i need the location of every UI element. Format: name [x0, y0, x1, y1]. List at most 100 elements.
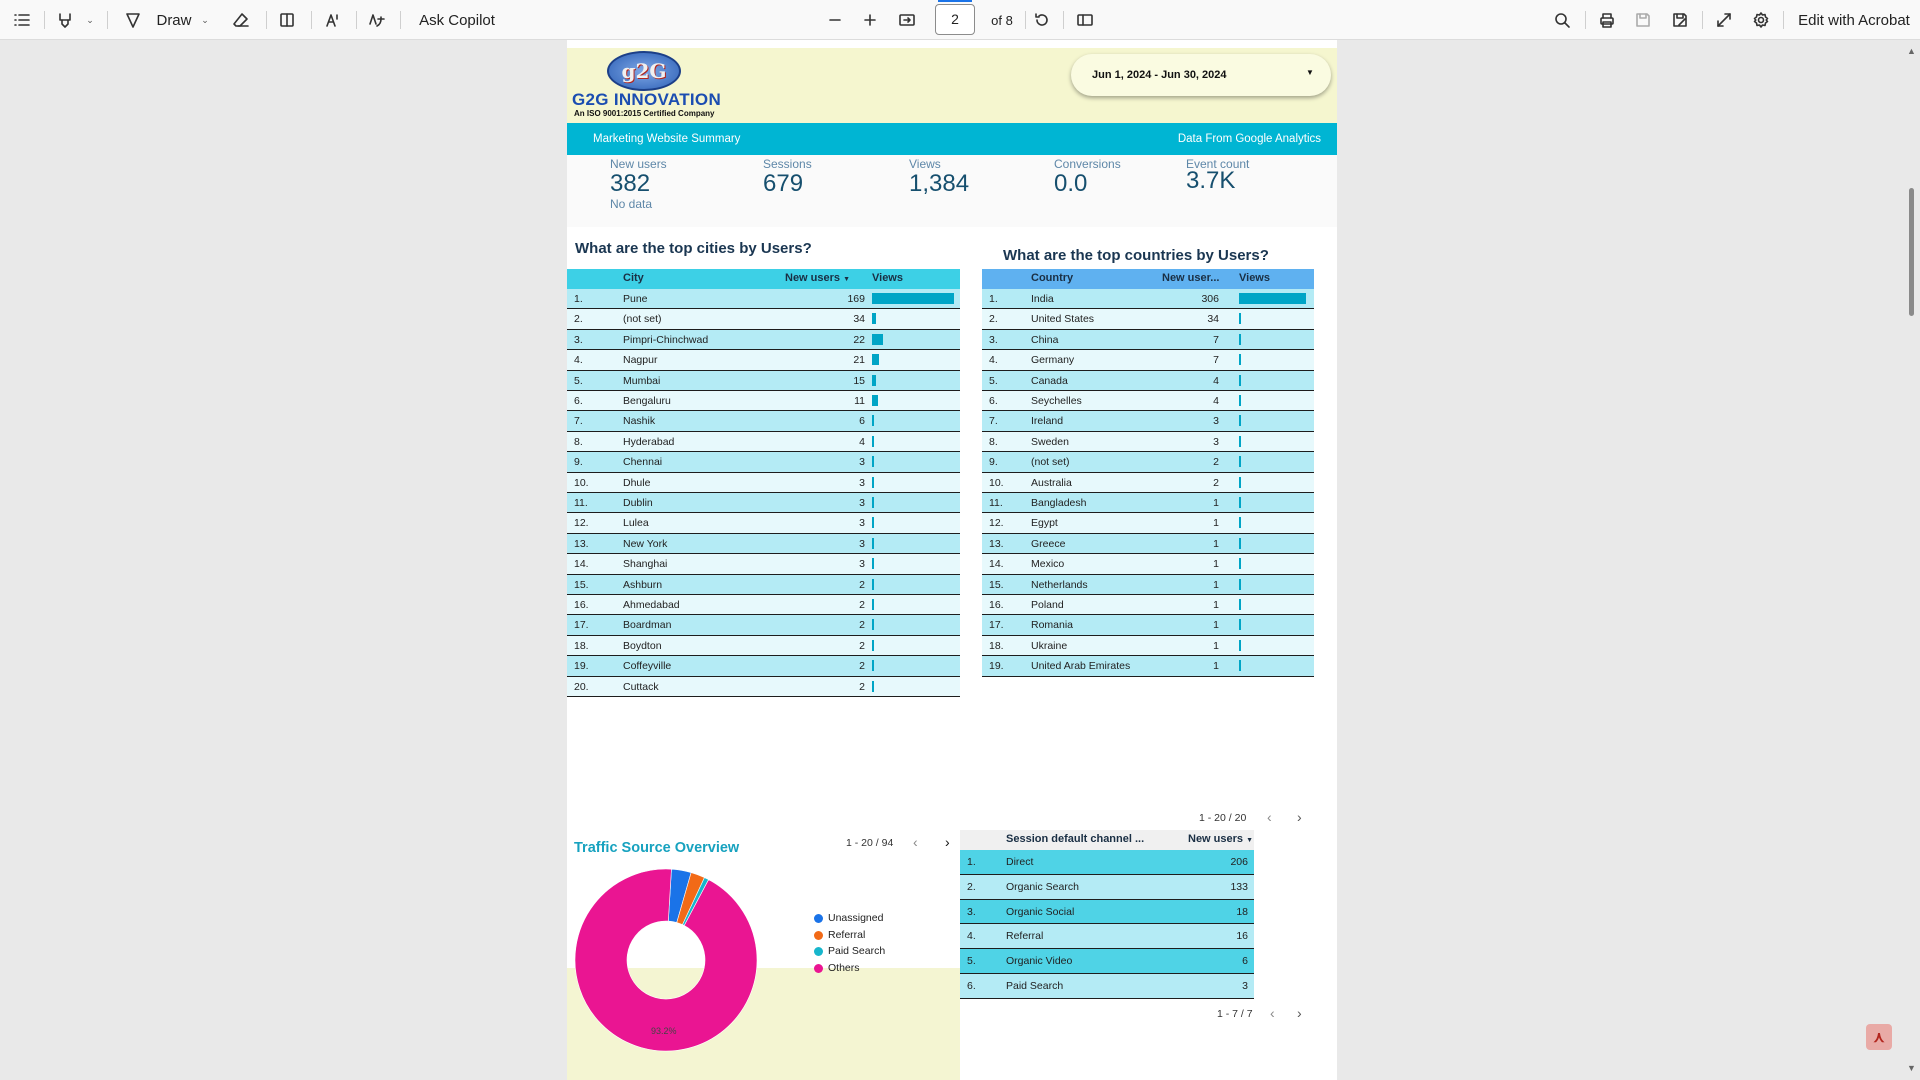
- settings-gear-icon[interactable]: [1746, 0, 1776, 40]
- views-bar: [1239, 660, 1241, 672]
- table-row[interactable]: 10. Dhule 3: [567, 472, 960, 493]
- row-new-users: 2: [1213, 476, 1219, 489]
- table-row[interactable]: 3. Pimpri-Chinchwad 22: [567, 329, 960, 351]
- text-box-icon[interactable]: [272, 0, 302, 40]
- col-channel-header[interactable]: Session default channel ...: [1006, 833, 1144, 845]
- legend-item-others[interactable]: Others: [814, 962, 885, 979]
- table-row[interactable]: 7. Nashik 6: [567, 411, 960, 432]
- contents-icon[interactable]: [7, 0, 37, 40]
- col-new-users-header[interactable]: New users ▼: [1188, 833, 1253, 845]
- table-row[interactable]: 15. Ashburn 2: [567, 574, 960, 595]
- donut-slice-others[interactable]: [574, 868, 758, 1052]
- table-row[interactable]: 8. Sweden 3: [982, 431, 1314, 453]
- table-row[interactable]: 19. United Arab Emirates 1: [982, 656, 1314, 677]
- row-new-users: 2: [859, 578, 865, 591]
- traffic-title: Traffic Source Overview: [574, 840, 740, 856]
- table-row[interactable]: 3. China 7: [982, 329, 1314, 351]
- acrobat-pdf-icon[interactable]: ⋏: [1866, 1024, 1892, 1050]
- table-row[interactable]: 1. India 306: [982, 289, 1314, 310]
- table-row[interactable]: 17. Boardman 2: [567, 615, 960, 636]
- draw-icon[interactable]: [118, 0, 148, 40]
- table-row[interactable]: 4. Nagpur 21: [567, 350, 960, 371]
- zoom-in-icon[interactable]: [855, 0, 885, 40]
- read-aloud-icon[interactable]: [318, 0, 348, 40]
- rotate-icon[interactable]: [1027, 0, 1057, 40]
- prev-page-icon[interactable]: ‹: [1270, 1005, 1275, 1021]
- table-row[interactable]: 11. Bangladesh 1: [982, 493, 1314, 514]
- page-view-icon[interactable]: [1070, 0, 1100, 40]
- next-page-icon[interactable]: ›: [1297, 1005, 1302, 1021]
- page-number-input[interactable]: 2: [935, 4, 975, 35]
- fullscreen-icon[interactable]: [1709, 0, 1739, 40]
- prev-page-icon[interactable]: ‹: [1267, 809, 1272, 825]
- table-row[interactable]: 13. New York 3: [567, 533, 960, 555]
- table-row[interactable]: 9. Chennai 3: [567, 452, 960, 473]
- search-icon[interactable]: [1547, 0, 1577, 40]
- table-row[interactable]: 16. Poland 1: [982, 595, 1314, 616]
- zoom-out-icon[interactable]: [820, 0, 850, 40]
- table-row[interactable]: 18. Ukraine 1: [982, 635, 1314, 657]
- col-new-users-header[interactable]: New user...: [1162, 272, 1219, 284]
- draw-button[interactable]: Draw: [150, 0, 198, 40]
- col-country-header[interactable]: Country: [1031, 272, 1073, 284]
- col-city-header[interactable]: City: [623, 272, 644, 284]
- legend-item-paid-search[interactable]: Paid Search: [814, 945, 885, 962]
- table-row[interactable]: 1. Pune 169: [567, 289, 960, 310]
- col-views-header[interactable]: Views: [872, 272, 903, 284]
- table-row[interactable]: 7. Ireland 3: [982, 411, 1314, 432]
- table-row[interactable]: 19. Coffeyville 2: [567, 656, 960, 677]
- table-row[interactable]: 18. Boydton 2: [567, 635, 960, 657]
- translate-icon[interactable]: [362, 0, 392, 40]
- table-row[interactable]: 1. Direct 206: [960, 850, 1254, 875]
- table-row[interactable]: 11. Dublin 3: [567, 493, 960, 514]
- table-row[interactable]: 5. Mumbai 15: [567, 370, 960, 391]
- table-row[interactable]: 13. Greece 1: [982, 533, 1314, 555]
- table-row[interactable]: 2. (not set) 34: [567, 309, 960, 330]
- cities-pager: 1 - 20 / 94 ‹ ›: [846, 834, 950, 850]
- table-row[interactable]: 6. Seychelles 4: [982, 391, 1314, 412]
- edit-with-acrobat-button[interactable]: Edit with Acrobat: [1794, 0, 1914, 40]
- legend-item-unassigned[interactable]: Unassigned: [814, 912, 885, 929]
- table-row[interactable]: 2. Organic Search 133: [960, 874, 1254, 900]
- col-views-header[interactable]: Views: [1239, 272, 1270, 284]
- table-row[interactable]: 3. Organic Social 18: [960, 899, 1254, 925]
- fit-page-icon[interactable]: [892, 0, 922, 40]
- save-as-icon[interactable]: [1665, 0, 1695, 40]
- table-row[interactable]: 4. Referral 16: [960, 924, 1254, 950]
- table-row[interactable]: 17. Romania 1: [982, 615, 1314, 636]
- print-icon[interactable]: [1592, 0, 1622, 40]
- scroll-thumb[interactable]: [1909, 188, 1914, 316]
- highlight-icon[interactable]: [50, 0, 80, 40]
- table-row[interactable]: 6. Paid Search 3: [960, 974, 1254, 999]
- table-row[interactable]: 9. (not set) 2: [982, 452, 1314, 473]
- col-new-users-header[interactable]: New users ▼: [785, 272, 850, 284]
- scroll-down-icon[interactable]: ▼: [1907, 1063, 1916, 1073]
- row-rank: 9.: [574, 456, 583, 469]
- save-icon[interactable]: [1628, 0, 1658, 40]
- table-row[interactable]: 6. Bengaluru 11: [567, 391, 960, 412]
- table-row[interactable]: 20. Cuttack 2: [567, 676, 960, 697]
- vertical-scrollbar[interactable]: ▲ ▼: [1903, 40, 1920, 1080]
- table-row[interactable]: 12. Lulea 3: [567, 513, 960, 534]
- date-range-selector[interactable]: Jun 1, 2024 - Jun 30, 2024 ▼: [1071, 54, 1331, 96]
- table-row[interactable]: 5. Organic Video 6: [960, 949, 1254, 974]
- table-row[interactable]: 5. Canada 4: [982, 370, 1314, 391]
- prev-page-icon[interactable]: ‹: [913, 834, 918, 850]
- table-row[interactable]: 14. Mexico 1: [982, 554, 1314, 575]
- scroll-up-icon[interactable]: ▲: [1907, 46, 1916, 56]
- ask-copilot-button[interactable]: Ask Copilot: [412, 0, 502, 40]
- table-row[interactable]: 12. Egypt 1: [982, 513, 1314, 534]
- table-row[interactable]: 15. Netherlands 1: [982, 574, 1314, 595]
- legend-item-referral[interactable]: Referral: [814, 929, 885, 946]
- draw-chevron-icon[interactable]: ⌄: [198, 0, 212, 40]
- highlight-chevron-icon[interactable]: ⌄: [82, 0, 98, 40]
- next-page-icon[interactable]: ›: [945, 834, 950, 850]
- table-row[interactable]: 14. Shanghai 3: [567, 554, 960, 575]
- eraser-icon[interactable]: [226, 0, 256, 40]
- table-row[interactable]: 10. Australia 2: [982, 472, 1314, 493]
- table-row[interactable]: 16. Ahmedabad 2: [567, 595, 960, 616]
- table-row[interactable]: 2. United States 34: [982, 309, 1314, 330]
- table-row[interactable]: 4. Germany 7: [982, 350, 1314, 371]
- next-page-icon[interactable]: ›: [1297, 809, 1302, 825]
- table-row[interactable]: 8. Hyderabad 4: [567, 431, 960, 453]
